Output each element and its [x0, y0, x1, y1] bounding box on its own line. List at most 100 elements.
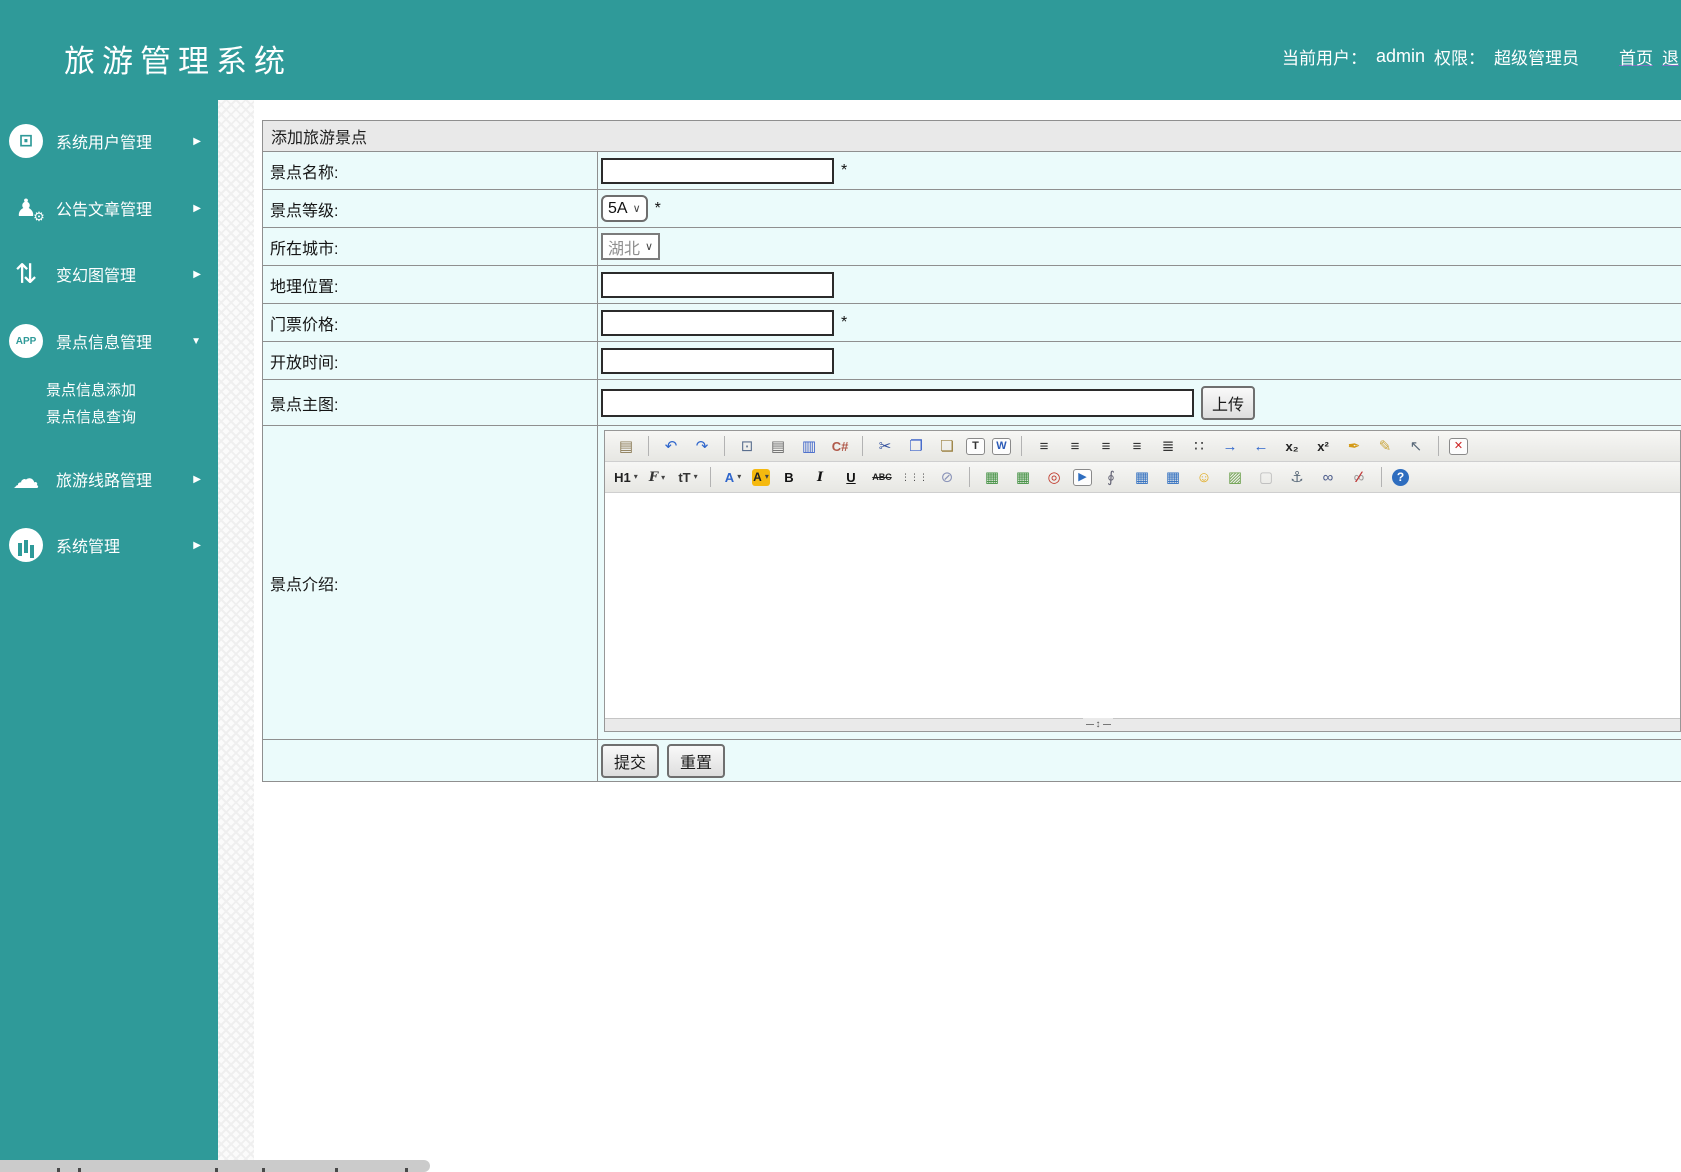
preview-icon[interactable]: ⊡	[735, 434, 759, 458]
submit-button[interactable]: 提交	[601, 743, 660, 778]
horizontal-scrollbar-thumb[interactable]	[0, 1160, 430, 1172]
role-label: 权限：	[1434, 48, 1485, 68]
scrollbar-tick	[262, 1168, 265, 1172]
toolbar-separator	[969, 467, 970, 487]
main-image-input[interactable]	[601, 388, 1194, 417]
open-time-input[interactable]	[601, 347, 834, 374]
chevron-right-icon: ▶	[193, 539, 201, 551]
form-row-intro: 景点介绍: ▤ ↶ ↷ ⊡ ▤ ▥ C# ✂ ❐ ❏ T W ≡ ≡ ≡ ≡ ≣ ∷ → ← x₂ x² ✒ ✎ ↖ ✕ H1 ▾ F…	[263, 426, 1681, 740]
table-icon[interactable]: ▦	[1130, 465, 1154, 489]
editor-resize-handle[interactable]: ↕	[1083, 718, 1113, 731]
dotted-line-icon[interactable]: ⋮⋮⋮	[901, 465, 928, 489]
price-input[interactable]	[601, 309, 834, 336]
template-edit-icon[interactable]: ✎	[1373, 434, 1397, 458]
image-network-icon[interactable]: ▦	[1011, 465, 1035, 489]
cut-icon[interactable]: ✂	[873, 434, 897, 458]
select-cursor-icon[interactable]: ↖	[1404, 434, 1428, 458]
align-justify-icon[interactable]: ≡	[1125, 434, 1149, 458]
align-left-icon[interactable]: ≡	[1032, 434, 1056, 458]
font-size-icon[interactable]: tT ▾	[676, 465, 700, 489]
outdent-icon[interactable]: ←	[1249, 434, 1273, 458]
field-label: 景点名称:	[263, 152, 598, 189]
chevron-right-icon: ▶	[193, 135, 201, 147]
font-color-icon[interactable]: A ▾	[721, 465, 745, 489]
upload-button[interactable]: 上传	[1201, 385, 1256, 420]
dropdown-caret-icon: ▾	[661, 472, 666, 482]
dropdown-caret-icon: ▾	[737, 472, 742, 481]
toolbar-separator	[1438, 436, 1439, 456]
scrollbar-tick	[78, 1168, 81, 1172]
sidebar-subitem-scenic-query[interactable]: 景点信息查询	[46, 403, 136, 429]
flash-icon[interactable]: ◎	[1042, 465, 1066, 489]
sidebar-item-scenic-info[interactable]: APP 景点信息管理 ▼	[0, 322, 218, 360]
copy-icon[interactable]: ❐	[904, 434, 928, 458]
font-family-icon[interactable]: F ▾	[645, 465, 669, 489]
route-icon: ☁	[12, 463, 40, 494]
ordered-list-icon[interactable]: ≣	[1156, 434, 1180, 458]
paste-word-icon[interactable]: W	[992, 437, 1011, 455]
remote-image-icon[interactable]: ▢	[1254, 465, 1278, 489]
editor-toolbar-row2: H1▾ F▾ tT▾ A▾ A▾ BIU ABC ⋮⋮⋮ ⊘ ▦ ▦ ◎ ▶ ∮ ▦ ▦ ☺ ▨ ▢ ⚓ ∞ ∞?	[605, 462, 1680, 493]
strikethrough-icon[interactable]: ABC	[870, 465, 894, 489]
undo-icon[interactable]: ↶	[659, 434, 683, 458]
editor-canvas[interactable]	[605, 493, 1680, 718]
sidebar-item-route[interactable]: ☁ 旅游线路管理 ▶	[0, 460, 218, 498]
indent-icon[interactable]: →	[1218, 434, 1242, 458]
field-label: 开放时间:	[263, 342, 598, 379]
unlink-icon[interactable]: ∞	[1347, 465, 1371, 489]
paste-icon[interactable]: ❏	[935, 434, 959, 458]
sidebar-subitem-label: 景点信息添加	[46, 381, 137, 399]
fullscreen-icon[interactable]: ✕	[1449, 437, 1468, 455]
align-right-icon[interactable]: ≡	[1094, 434, 1118, 458]
code-csharp-icon[interactable]: C#	[828, 434, 852, 458]
toolbar-separator	[710, 467, 711, 487]
highlight-color-icon[interactable]: A ▾	[752, 468, 770, 486]
unordered-list-icon[interactable]: ∷	[1187, 434, 1211, 458]
city-select[interactable]: 湖北 ∨	[601, 233, 661, 260]
remove-format-icon[interactable]: ⊘	[935, 465, 959, 489]
page-properties-icon[interactable]: ▥	[797, 434, 821, 458]
underline-icon[interactable]: U	[839, 465, 863, 489]
paste-text-icon[interactable]: T	[966, 437, 985, 455]
attachment-icon[interactable]: ∮	[1099, 465, 1123, 489]
anchor-icon[interactable]: ⚓	[1285, 465, 1309, 489]
emoticon-icon[interactable]: ☺	[1192, 465, 1216, 489]
app-title: 旅游管理系统	[64, 44, 292, 80]
heading-select-icon[interactable]: H1 ▾	[614, 465, 638, 489]
redo-icon[interactable]: ↷	[690, 434, 714, 458]
format-brush-icon[interactable]: ✒	[1342, 434, 1366, 458]
editor-status-bar: ↕	[605, 718, 1680, 731]
grade-select[interactable]: 5A ∨	[601, 195, 648, 222]
sidebar-subitem-scenic-add[interactable]: 景点信息添加	[46, 376, 136, 402]
background-pattern-strip	[218, 100, 254, 1172]
form-row-location: 地理位置:	[263, 266, 1681, 304]
logout-link[interactable]: 退	[1662, 44, 1679, 69]
chevron-down-icon: ▼	[191, 335, 201, 347]
sidebar-subitem-label: 景点信息查询	[46, 408, 137, 426]
media-icon[interactable]: ▶	[1073, 468, 1092, 486]
announcement-icon: ♟ ⚙	[15, 194, 45, 224]
print-icon[interactable]: ▤	[766, 434, 790, 458]
align-center-icon[interactable]: ≡	[1063, 434, 1087, 458]
table-insert-icon[interactable]: ▦	[1161, 465, 1185, 489]
role-value: 超级管理员	[1494, 48, 1579, 68]
sidebar-item-system-manage[interactable]: 系统管理 ▶	[0, 526, 218, 564]
superscript-icon[interactable]: x²	[1311, 434, 1335, 458]
source-icon[interactable]: ▤	[614, 434, 638, 458]
sidebar-item-carousel[interactable]: ⇅ 变幻图管理 ▶	[0, 255, 218, 293]
home-link[interactable]: 首页	[1619, 44, 1653, 69]
link-icon[interactable]: ∞	[1316, 465, 1340, 489]
bold-icon[interactable]: B	[777, 465, 801, 489]
help-icon[interactable]: ?	[1392, 468, 1409, 486]
sidebar-item-system-user[interactable]: ⊡ 系统用户管理 ▶	[0, 122, 218, 160]
image-upload-icon[interactable]: ▦	[980, 465, 1004, 489]
grade-select-value: 5A	[608, 199, 628, 217]
reset-button[interactable]: 重置	[667, 743, 726, 778]
picture-icon[interactable]: ▨	[1223, 465, 1247, 489]
toolbar-separator	[724, 436, 725, 456]
location-input[interactable]	[601, 271, 834, 298]
sidebar-item-announcement[interactable]: ♟ ⚙ 公告文章管理 ▶	[0, 189, 218, 227]
scenic-name-input[interactable]	[601, 157, 834, 184]
subscript-icon[interactable]: x₂	[1280, 434, 1304, 458]
italic-icon[interactable]: I	[808, 465, 832, 489]
